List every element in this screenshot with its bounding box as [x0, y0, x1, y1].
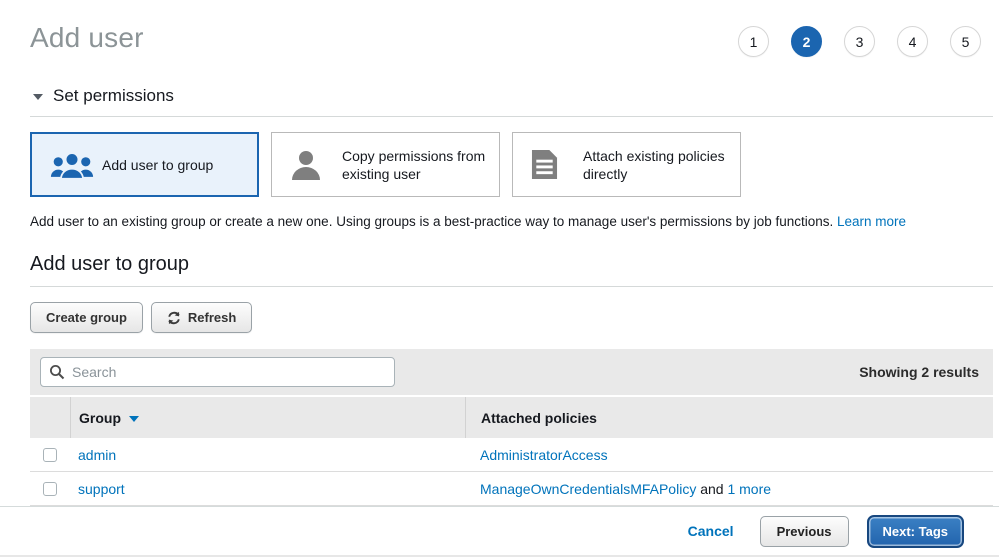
table-header-row: Group Attached policies [30, 397, 993, 438]
refresh-icon [167, 311, 181, 325]
group-section-title: Add user to group [30, 253, 993, 287]
search-wrap [40, 357, 395, 387]
document-icon [531, 149, 583, 180]
group-cell: admin [70, 447, 465, 463]
page-header: Add user 1 2 3 4 5 [0, 0, 999, 57]
search-icon [49, 364, 65, 380]
user-icon [290, 149, 342, 181]
step-1: 1 [738, 26, 769, 57]
group-icon [50, 150, 102, 180]
policy-link[interactable]: AdministratorAccess [480, 447, 608, 463]
table-actions: Create group Refresh [30, 302, 993, 333]
create-group-button[interactable]: Create group [30, 302, 143, 333]
sort-descending-icon [129, 416, 139, 422]
option-attach-policies[interactable]: Attach existing policies directly [512, 132, 741, 197]
step-5: 5 [950, 26, 981, 57]
step-2-active: 2 [791, 26, 822, 57]
permission-option-cards: Add user to group Copy permissions from … [30, 132, 993, 197]
step-4: 4 [897, 26, 928, 57]
chevron-down-icon [33, 94, 43, 100]
option-label: Copy permissions from existing user [342, 147, 489, 183]
row-checkbox[interactable] [43, 448, 57, 462]
group-cell: support [70, 481, 465, 497]
table-row-admin: admin AdministratorAccess [30, 438, 993, 472]
results-count: Showing 2 results [859, 364, 979, 380]
column-header-policies: Attached policies [465, 397, 993, 438]
table-toolbar: Showing 2 results [30, 349, 993, 397]
option-copy-permissions[interactable]: Copy permissions from existing user [271, 132, 500, 197]
group-link[interactable]: admin [78, 447, 116, 463]
section-title: Set permissions [53, 86, 174, 106]
group-link[interactable]: support [78, 481, 125, 497]
refresh-button[interactable]: Refresh [151, 302, 252, 333]
row-checkbox-cell [30, 482, 70, 496]
previous-button[interactable]: Previous [760, 516, 849, 547]
row-checkbox[interactable] [43, 482, 57, 496]
policies-cell: AdministratorAccess [465, 447, 993, 463]
table-row-support: support ManageOwnCredentialsMFAPolicy an… [30, 472, 993, 506]
column-header-group[interactable]: Group [70, 397, 465, 438]
step-indicator: 1 2 3 4 5 [738, 26, 981, 57]
refresh-label: Refresh [188, 310, 236, 325]
more-policies-link[interactable]: 1 more [727, 481, 771, 497]
wizard-footer: Cancel Previous Next: Tags [0, 506, 999, 557]
section-description: Add user to an existing group or create … [30, 214, 993, 229]
header-checkbox-cell [30, 397, 70, 438]
column-label: Group [79, 410, 121, 426]
next-tags-button[interactable]: Next: Tags [867, 515, 965, 548]
policies-cell: ManageOwnCredentialsMFAPolicy and 1 more [465, 481, 993, 497]
search-input[interactable] [40, 357, 395, 387]
option-add-user-to-group[interactable]: Add user to group [30, 132, 259, 197]
description-text: Add user to an existing group or create … [30, 214, 837, 229]
learn-more-link[interactable]: Learn more [837, 214, 906, 229]
page-title: Add user [30, 22, 144, 54]
option-label: Add user to group [102, 156, 213, 174]
column-label: Attached policies [481, 410, 597, 426]
policy-link[interactable]: ManageOwnCredentialsMFAPolicy [480, 481, 696, 497]
cancel-link[interactable]: Cancel [688, 523, 734, 539]
and-text: and [696, 481, 727, 497]
step-3: 3 [844, 26, 875, 57]
set-permissions-section-header[interactable]: Set permissions [30, 86, 993, 117]
row-checkbox-cell [30, 448, 70, 462]
groups-table: Showing 2 results Group Attached policie… [30, 349, 993, 506]
option-label: Attach existing policies directly [583, 147, 730, 183]
